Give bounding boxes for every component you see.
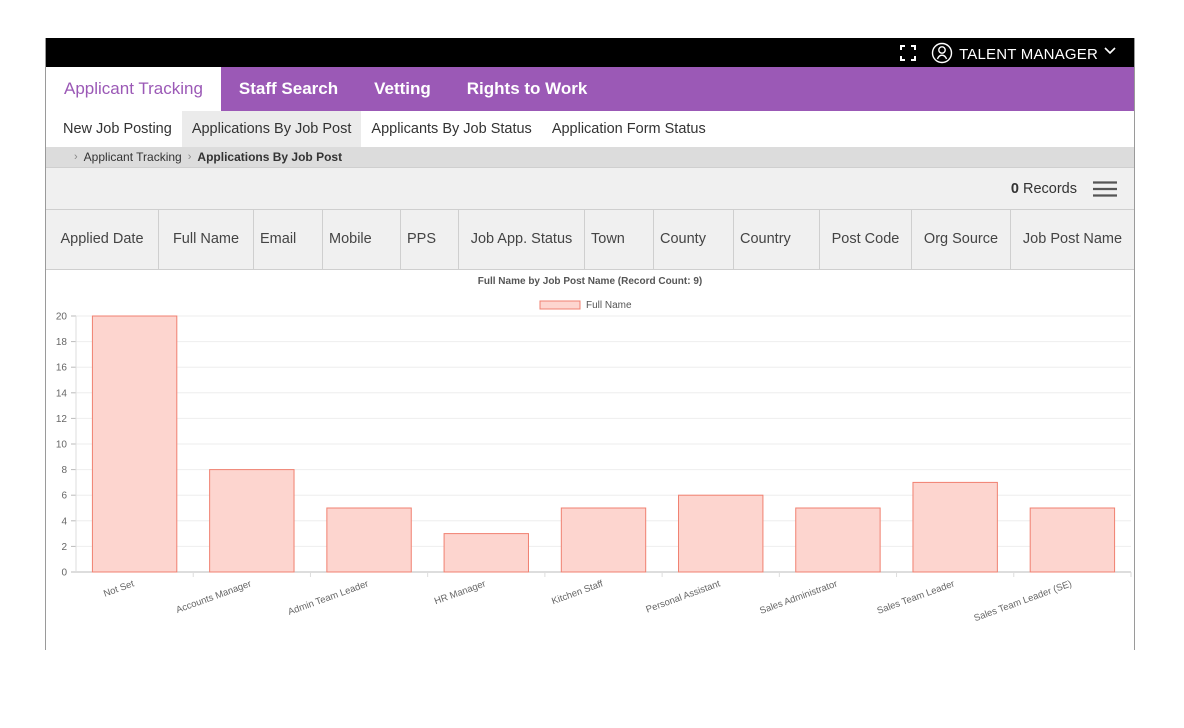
breadcrumb-current: Applications By Job Post xyxy=(197,150,343,164)
top-bar: TALENT MANAGER xyxy=(46,38,1134,67)
y-tick-label: 12 xyxy=(56,414,68,425)
y-tick-label: 0 xyxy=(61,568,67,579)
breadcrumb-parent[interactable]: Applicant Tracking xyxy=(84,150,182,164)
y-tick-label: 16 xyxy=(56,363,68,374)
tab-applicant-tracking[interactable]: Applicant Tracking xyxy=(46,67,221,111)
x-tick-label: Personal Assistant xyxy=(645,578,723,615)
subtab-applicants-by-job-status[interactable]: Applicants By Job Status xyxy=(361,111,541,147)
x-tick-label: HR Manager xyxy=(433,578,487,607)
x-tick-label: Kitchen Staff xyxy=(550,578,605,607)
tab-rights-to-work[interactable]: Rights to Work xyxy=(449,67,606,111)
bar[interactable] xyxy=(560,507,647,573)
bar[interactable] xyxy=(91,315,178,573)
y-tick-label: 8 xyxy=(61,465,67,476)
bar[interactable] xyxy=(678,494,764,573)
hamburger-menu-icon[interactable] xyxy=(1093,180,1117,198)
app-window: TALENT MANAGER Applicant Tracking Staff … xyxy=(45,38,1135,650)
record-count: 0 xyxy=(1010,180,1019,197)
column-header-full-name[interactable]: Full Name xyxy=(159,210,254,269)
main-nav: Applicant Tracking Staff Search Vetting … xyxy=(46,67,1134,111)
column-header-pps[interactable]: PPS xyxy=(401,210,459,269)
column-header-county[interactable]: County xyxy=(654,210,734,269)
x-tick-label: Sales Administrator xyxy=(758,578,839,616)
tab-vetting[interactable]: Vetting xyxy=(356,67,449,111)
chevron-right-icon: › xyxy=(187,151,192,163)
x-tick-label: Sales Team Leader (SE) xyxy=(973,578,1074,624)
legend-label[interactable]: Full Name xyxy=(586,300,632,311)
y-tick-label: 4 xyxy=(61,516,67,527)
y-tick-label: 2 xyxy=(61,542,67,553)
bar[interactable] xyxy=(795,507,881,573)
x-tick-label: Admin Team Leader xyxy=(287,578,371,617)
y-tick-label: 10 xyxy=(56,440,68,451)
column-header-job-post-name[interactable]: Job Post Name xyxy=(1011,210,1134,269)
chevron-right-icon: › xyxy=(74,151,78,163)
fullscreen-icon[interactable] xyxy=(899,44,917,62)
bar-chart: Full Name by Job Post Name (Record Count… xyxy=(56,276,1132,624)
bar[interactable] xyxy=(443,533,529,573)
column-header-country[interactable]: Country xyxy=(734,210,820,269)
column-header-post-code[interactable]: Post Code xyxy=(820,210,912,269)
subtab-new-job-posting[interactable]: New Job Posting xyxy=(46,111,182,147)
records-bar: 0 Records xyxy=(46,167,1134,209)
legend-swatch[interactable] xyxy=(539,300,581,310)
chevron-down-icon[interactable] xyxy=(1104,45,1116,57)
y-tick-label: 18 xyxy=(56,337,68,348)
y-tick-label: 6 xyxy=(61,491,67,502)
x-tick-label: Not Set xyxy=(102,578,136,599)
bar[interactable] xyxy=(1029,507,1116,573)
y-tick-label: 14 xyxy=(56,388,68,399)
bar[interactable] xyxy=(326,507,412,573)
x-tick-label: Sales Team Leader xyxy=(876,578,957,616)
column-header-email[interactable]: Email xyxy=(254,210,323,269)
y-tick-label: 20 xyxy=(56,312,68,323)
table-header: Applied Date Full Name Email Mobile PPS … xyxy=(46,209,1134,270)
column-header-town[interactable]: Town xyxy=(585,210,654,269)
chart-area: Full Name by Job Post Name (Record Count… xyxy=(46,270,1134,650)
column-header-applied-date[interactable]: Applied Date xyxy=(46,210,159,269)
breadcrumb: › Applicant Tracking › Applications By J… xyxy=(46,147,1134,167)
user-icon[interactable] xyxy=(931,42,953,64)
subtab-application-form-status[interactable]: Application Form Status xyxy=(542,111,716,147)
sub-nav: New Job Posting Applications By Job Post… xyxy=(46,111,1134,147)
bar[interactable] xyxy=(209,469,295,573)
tab-staff-search[interactable]: Staff Search xyxy=(221,67,356,111)
bar[interactable] xyxy=(912,481,998,573)
x-tick-label: Accounts Manager xyxy=(175,578,253,615)
chart-title: Full Name by Job Post Name (Record Count… xyxy=(478,276,702,287)
column-header-mobile[interactable]: Mobile xyxy=(323,210,401,269)
column-header-org-source[interactable]: Org Source xyxy=(912,210,1011,269)
user-menu-label[interactable]: TALENT MANAGER xyxy=(959,46,1098,63)
subtab-applications-by-job-post[interactable]: Applications By Job Post xyxy=(181,111,362,147)
records-label: Records xyxy=(1023,180,1077,197)
column-header-job-app-status[interactable]: Job App. Status xyxy=(459,210,585,269)
